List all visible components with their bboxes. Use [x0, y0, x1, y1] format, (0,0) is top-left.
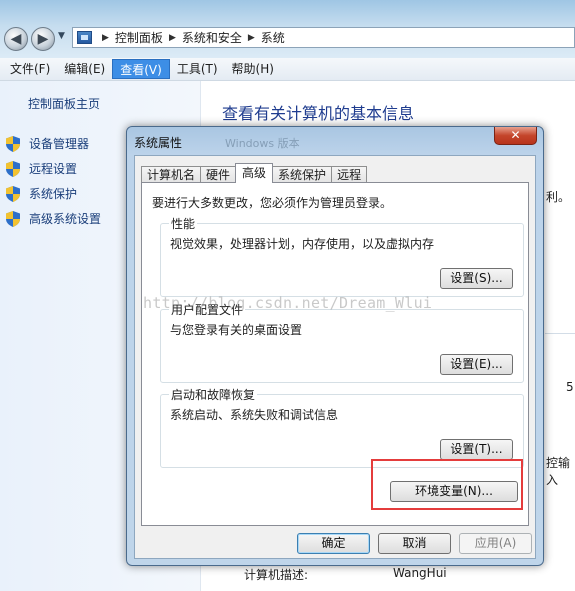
- menu-view[interactable]: 查看(V): [112, 59, 170, 79]
- breadcrumb-chevron-icon[interactable]: ▶: [169, 33, 176, 43]
- watermark-text: http://blog.csdn.net/Dream_Wlui: [143, 294, 433, 312]
- tab-system-protection[interactable]: 系统保护: [272, 166, 333, 183]
- page-title: 查看有关计算机的基本信息: [222, 104, 415, 123]
- group-title: 启动和故障恢复: [169, 386, 258, 403]
- computer-description-value: WangHui: [393, 566, 447, 580]
- background-text-fragment: 利。: [546, 190, 571, 204]
- address-toolbar: ◀ ▶ ▼ ▶ 控制面板 ▶ 系统和安全 ▶ 系统: [0, 0, 575, 59]
- group-description: 与您登录有关的桌面设置: [170, 323, 303, 337]
- close-button[interactable]: ✕: [494, 127, 537, 145]
- task-label: 系统保护: [29, 187, 78, 201]
- arrow-left-icon: ◀: [10, 31, 22, 47]
- menu-edit[interactable]: 编辑(E): [57, 59, 112, 79]
- task-remote-settings[interactable]: 远程设置: [6, 156, 101, 181]
- breadcrumb-system-security[interactable]: 系统和安全: [182, 29, 242, 46]
- breadcrumb-control-panel[interactable]: 控制面板: [115, 29, 163, 46]
- dialog-title: 系统属性: [134, 136, 183, 150]
- startup-recovery-group: 启动和故障恢复 系统启动、系统失败和调试信息 设置(T)...: [160, 386, 524, 468]
- background-text-fragment: 5: [566, 380, 574, 394]
- task-label: 设备管理器: [29, 137, 90, 151]
- apply-button[interactable]: 应用(A): [459, 533, 532, 554]
- task-label: 远程设置: [29, 162, 78, 176]
- performance-group: 性能 视觉效果，处理器计划，内存使用，以及虚拟内存 设置(S)...: [160, 215, 524, 297]
- control-panel-icon: [77, 31, 92, 44]
- ok-button[interactable]: 确定: [297, 533, 370, 554]
- shield-icon: [6, 185, 20, 202]
- tab-strip: 计算机名 硬件 高级 系统保护 远程: [141, 163, 368, 183]
- shield-icon: [6, 210, 20, 227]
- breadcrumb-chevron-icon[interactable]: ▶: [102, 33, 109, 43]
- task-list: 设备管理器 远程设置 系统保护 高级系统设置: [6, 131, 101, 231]
- task-advanced-system-settings[interactable]: 高级系统设置: [6, 206, 101, 231]
- arrow-right-icon: ▶: [37, 31, 49, 47]
- background-text-fragment: 控输入: [546, 456, 571, 487]
- breadcrumb-chevron-icon[interactable]: ▶: [248, 33, 255, 43]
- back-button[interactable]: ◀: [4, 27, 28, 51]
- shield-icon: [6, 160, 20, 177]
- group-title: 性能: [169, 215, 198, 232]
- tab-remote[interactable]: 远程: [331, 166, 368, 183]
- computer-description-label: 计算机描述:: [244, 568, 309, 582]
- dialog-background-ghost-text: Windows 版本: [225, 137, 300, 150]
- breadcrumb-system[interactable]: 系统: [261, 29, 285, 46]
- forward-button[interactable]: ▶: [31, 27, 55, 51]
- close-icon: ✕: [510, 128, 521, 142]
- admin-notice: 要进行大多数更改，您必须作为管理员登录。: [152, 196, 393, 210]
- group-description: 系统启动、系统失败和调试信息: [170, 408, 339, 422]
- task-system-protection[interactable]: 系统保护: [6, 181, 101, 206]
- user-profiles-settings-button[interactable]: 设置(E)...: [440, 354, 513, 375]
- group-description: 视觉效果，处理器计划，内存使用，以及虚拟内存: [170, 237, 435, 251]
- menu-file[interactable]: 文件(F): [3, 59, 57, 79]
- performance-settings-button[interactable]: 设置(S)...: [440, 268, 513, 289]
- control-panel-home-link[interactable]: 控制面板主页: [28, 95, 100, 112]
- highlight-annotation-box: [371, 459, 523, 510]
- tab-hardware[interactable]: 硬件: [200, 166, 237, 183]
- tab-computer-name[interactable]: 计算机名: [141, 166, 202, 183]
- background-divider: [545, 333, 575, 334]
- task-label: 高级系统设置: [29, 212, 102, 226]
- task-device-manager[interactable]: 设备管理器: [6, 131, 101, 156]
- shield-icon: [6, 135, 20, 152]
- menu-tools[interactable]: 工具(T): [170, 59, 225, 79]
- user-profiles-group: 用户配置文件 与您登录有关的桌面设置 设置(E)...: [160, 301, 524, 383]
- menu-bar: 文件(F) 编辑(E) 查看(V) 工具(T) 帮助(H): [0, 58, 575, 81]
- cancel-button[interactable]: 取消: [378, 533, 451, 554]
- menu-help[interactable]: 帮助(H): [225, 59, 281, 79]
- startup-recovery-settings-button[interactable]: 设置(T)...: [440, 439, 513, 460]
- recent-pages-dropdown[interactable]: ▼: [58, 31, 65, 41]
- address-field[interactable]: ▶ 控制面板 ▶ 系统和安全 ▶ 系统: [72, 27, 575, 48]
- tab-advanced[interactable]: 高级: [235, 163, 274, 183]
